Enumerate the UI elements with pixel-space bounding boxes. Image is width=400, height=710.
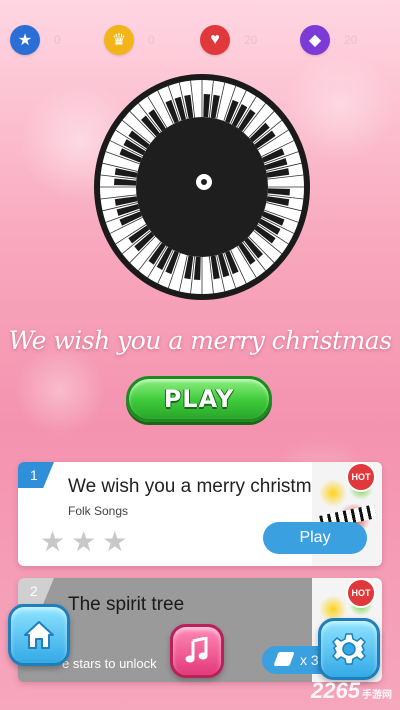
heart-icon: ♥ <box>200 25 230 55</box>
stats-bar: ★ 0 ♛ 0 ♥ 20 ◆ 20 <box>0 25 400 57</box>
star-icon: ★ <box>40 526 66 557</box>
star-icon: ★ <box>71 526 97 557</box>
song-rating: ★ ★ ★ <box>40 528 127 556</box>
unlock-cost: x 3 <box>300 652 319 668</box>
watermark-text: 2265 <box>311 678 360 703</box>
hot-badge: HOT <box>346 462 376 492</box>
stat-gems[interactable]: ◆ 20 <box>300 25 357 55</box>
music-button[interactable] <box>170 624 224 678</box>
stat-hearts[interactable]: ♥ 20 <box>200 25 257 55</box>
stars-count: 0 <box>54 33 61 47</box>
song-play-button[interactable]: Play <box>263 522 367 554</box>
hearts-count: 20 <box>244 33 258 47</box>
ticket-icon <box>273 652 295 666</box>
song-index: 2 <box>18 578 54 604</box>
stat-crowns: ♛ 0 <box>104 25 155 55</box>
song-genre: Folk Songs <box>68 504 129 518</box>
home-button[interactable] <box>8 604 70 666</box>
crowns-count: 0 <box>148 33 155 47</box>
settings-button[interactable] <box>318 618 380 680</box>
watermark: 2265 手游网 <box>311 678 392 704</box>
crown-icon: ♛ <box>104 25 134 55</box>
play-button[interactable]: PLAY <box>126 376 272 422</box>
unlock-hint: e stars to unlock <box>62 656 157 671</box>
now-playing-title: We wish you a merry christmas <box>8 326 392 355</box>
gear-icon <box>332 633 366 665</box>
gems-count: 20 <box>344 33 358 47</box>
star-icon: ★ <box>10 25 40 55</box>
piano-disc <box>92 72 312 302</box>
play-button-label: PLAY <box>163 385 235 413</box>
watermark-suffix: 手游网 <box>362 690 392 701</box>
star-icon: ★ <box>102 526 128 557</box>
piano-disc-graphic <box>94 74 310 300</box>
stat-stars: ★ 0 <box>10 25 61 55</box>
song-title: We wish you a merry christmas <box>68 476 332 497</box>
song-card[interactable]: 1 We wish you a merry christmas Folk Son… <box>18 462 382 566</box>
song-index: 1 <box>18 462 54 488</box>
music-note-icon <box>185 637 208 663</box>
gem-icon: ◆ <box>300 25 330 55</box>
home-icon <box>24 621 54 649</box>
hot-badge: HOT <box>346 578 376 608</box>
song-title: The spirit tree <box>68 594 185 615</box>
